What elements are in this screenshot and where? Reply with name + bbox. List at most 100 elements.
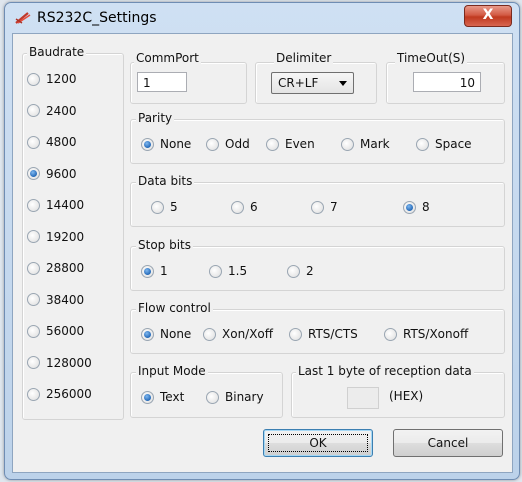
radio-button-icon[interactable]	[141, 327, 154, 341]
parity-option-odd[interactable]: Odd	[206, 137, 250, 151]
input-mode-option-binary[interactable]: Binary	[206, 390, 264, 404]
flow-control-option-0[interactable]: None	[141, 327, 191, 341]
radio-button-icon[interactable]	[311, 200, 324, 214]
radio-button-icon[interactable]	[27, 72, 40, 86]
radio-label: RTS/Xonoff	[403, 327, 469, 341]
radio-button-icon[interactable]	[231, 200, 244, 214]
radio-button-icon[interactable]	[203, 327, 216, 341]
baudrate-option-2400[interactable]: 2400	[27, 104, 77, 118]
stop-bits-label: Stop bits	[136, 238, 194, 252]
radio-label: None	[160, 327, 192, 341]
radio-button-icon[interactable]	[341, 137, 354, 151]
radio-button-icon[interactable]	[27, 198, 40, 212]
radio-button-icon[interactable]	[27, 324, 40, 338]
radio-button-icon[interactable]	[151, 200, 164, 214]
baudrate-option-4800[interactable]: 4800	[27, 135, 77, 149]
radio-button-icon[interactable]	[209, 264, 222, 278]
last-byte-group: Last 1 byte of reception data (HEX)	[291, 364, 505, 418]
radio-button-icon[interactable]	[27, 261, 40, 275]
dialog-client: Baudrate 1200 2400 4800 9600 14400 19200 28800…	[12, 33, 513, 473]
radio-button-icon[interactable]	[206, 390, 219, 404]
input-mode-option-text[interactable]: Text	[141, 390, 184, 404]
commport-label: CommPort	[134, 51, 201, 65]
radio-label: Xon/Xoff	[222, 327, 274, 341]
radio-label: 5	[170, 200, 178, 214]
baudrate-option-28800[interactable]: 28800	[27, 261, 84, 275]
close-icon: X	[482, 7, 494, 23]
radio-label: Space	[435, 137, 472, 151]
ok-button[interactable]: OK	[263, 429, 373, 457]
data-bits-option-7[interactable]: 7	[311, 200, 338, 214]
close-button[interactable]: X	[464, 5, 512, 27]
parity-option-even[interactable]: Even	[266, 137, 315, 151]
stop-bits-option-0[interactable]: 1	[141, 264, 168, 278]
delimiter-select[interactable]: CR+LF	[271, 72, 354, 94]
radio-label: 8	[422, 200, 430, 214]
radio-button-icon[interactable]	[141, 390, 154, 404]
baudrate-option-128000[interactable]: 128000	[27, 356, 92, 370]
window-title: RS232C_Settings	[37, 10, 157, 26]
radio-button-icon[interactable]	[27, 167, 40, 180]
baudrate-option-38400[interactable]: 38400	[27, 293, 84, 307]
data-bits-group: Data bits 5 6 7 8	[130, 174, 505, 227]
radio-button-icon[interactable]	[27, 230, 40, 243]
radio-button-icon[interactable]	[27, 293, 40, 306]
radio-button-icon[interactable]	[141, 264, 154, 278]
radio-label: Even	[285, 137, 315, 151]
commport-input[interactable]: 1	[137, 72, 187, 92]
hex-label: (HEX)	[389, 389, 424, 403]
radio-button-icon[interactable]	[27, 387, 40, 401]
parity-label: Parity	[136, 111, 175, 125]
radio-label: 1.5	[228, 264, 248, 278]
radio-label: 128000	[46, 355, 92, 370]
focus-rect	[268, 434, 368, 452]
baudrate-option-14400[interactable]: 14400	[27, 198, 84, 212]
radio-button-icon[interactable]	[287, 264, 300, 278]
stop-bits-group: Stop bits 1 1.5 2	[130, 238, 505, 291]
parity-group: Parity None Odd Even Mark Space	[130, 111, 505, 164]
radio-label: 256000	[46, 387, 92, 401]
radio-button-icon[interactable]	[403, 200, 416, 214]
radio-label: 28800	[46, 261, 85, 275]
stop-bits-option-1[interactable]: 1.5	[209, 264, 247, 278]
flow-control-option-3[interactable]: RTS/Xonoff	[384, 327, 468, 341]
radio-label: RTS/CTS	[308, 327, 358, 341]
last-byte-value-box	[347, 387, 379, 409]
radio-button-icon[interactable]	[141, 137, 154, 151]
input-mode-label: Input Mode	[136, 364, 208, 378]
baudrate-option-56000[interactable]: 56000	[27, 324, 84, 338]
parity-option-mark[interactable]: Mark	[341, 137, 390, 151]
data-bits-option-6[interactable]: 6	[231, 200, 258, 214]
baudrate-option-19200[interactable]: 19200	[27, 230, 84, 244]
dialog-window: RS232C_Settings X Baudrate 1200 2400 4800 9…	[4, 2, 520, 480]
radio-label: 7	[330, 200, 338, 214]
radio-button-icon[interactable]	[384, 327, 397, 341]
radio-button-icon[interactable]	[416, 137, 429, 151]
flow-control-group: Flow control None Xon/Xoff RTS/CTS RTS/Xono…	[130, 301, 505, 354]
chevron-down-icon	[339, 81, 347, 86]
radio-button-icon[interactable]	[266, 137, 279, 151]
timeout-group: TimeOut(S) 10	[386, 51, 505, 104]
timeout-input[interactable]: 10	[413, 72, 481, 92]
parity-option-space[interactable]: Space	[416, 137, 472, 151]
parity-option-none[interactable]: None	[141, 137, 191, 151]
data-bits-option-5[interactable]: 5	[151, 200, 178, 214]
baudrate-option-256000[interactable]: 256000	[27, 387, 92, 401]
radio-button-icon[interactable]	[289, 327, 302, 341]
data-bits-label: Data bits	[136, 174, 195, 188]
radio-button-icon[interactable]	[27, 356, 40, 369]
radio-button-icon[interactable]	[27, 135, 40, 149]
radio-button-icon[interactable]	[206, 137, 219, 151]
commport-group: CommPort 1	[130, 51, 247, 104]
title-bar[interactable]: RS232C_Settings X	[5, 3, 519, 33]
radio-label: 38400	[46, 292, 85, 307]
flow-control-option-2[interactable]: RTS/CTS	[289, 327, 358, 341]
data-bits-option-8[interactable]: 8	[403, 200, 430, 214]
stop-bits-option-2[interactable]: 2	[287, 264, 314, 278]
delimiter-group: Delimiter CR+LF	[255, 51, 377, 104]
radio-button-icon[interactable]	[27, 104, 40, 117]
baudrate-option-9600[interactable]: 9600	[27, 167, 77, 181]
baudrate-option-1200[interactable]: 1200	[27, 72, 77, 86]
cancel-button[interactable]: Cancel	[393, 429, 503, 457]
flow-control-option-1[interactable]: Xon/Xoff	[203, 327, 273, 341]
